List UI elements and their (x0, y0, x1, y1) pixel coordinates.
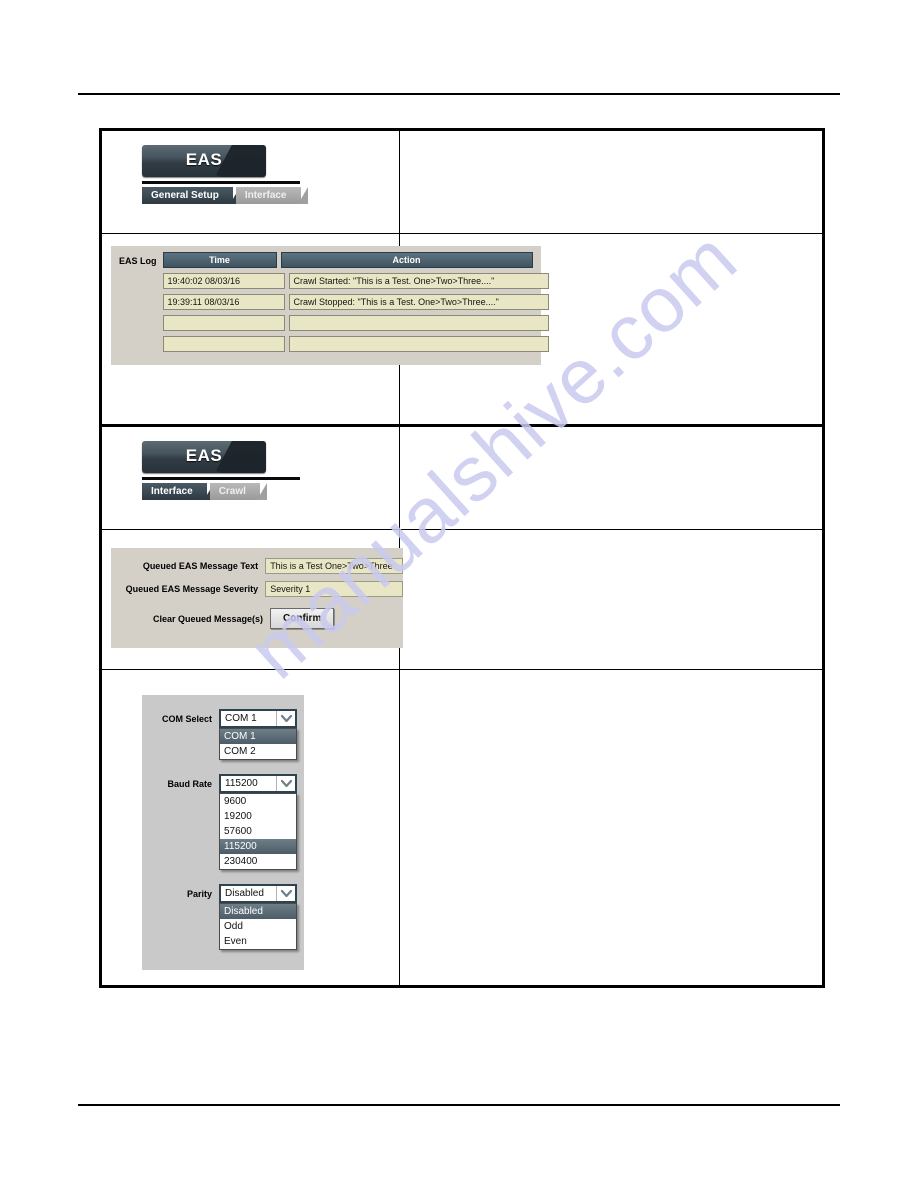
eas-banner-underline (142, 477, 300, 480)
baud-rate-option[interactable]: 9600 (220, 794, 296, 809)
queued-message-screenshot: Queued EAS Message Text This is a Test O… (111, 548, 403, 648)
queued-severity-row: Queued EAS Message Severity Severity 1 (111, 581, 403, 597)
com-select-option[interactable]: COM 2 (220, 744, 296, 759)
tab-interface[interactable]: Interface (235, 187, 308, 204)
queued-severity-label: Queued EAS Message Severity (125, 584, 259, 594)
cell-description-general-setup-header (399, 128, 825, 234)
parity-option[interactable]: Odd (220, 919, 296, 934)
cell-screenshot-interface-header: EAS Interface Crawl (98, 424, 401, 530)
eas-log-label: EAS Log (119, 256, 157, 266)
parity-line: Parity Disabled (142, 884, 304, 903)
com-select-value: COM 1 (225, 713, 257, 724)
cell-screenshot-eas-log: EAS Log Time Action 19:40:02 08/03/16 Cr… (98, 233, 549, 427)
com-select-label: COM Select (161, 713, 212, 724)
parity-option[interactable]: Even (220, 934, 296, 949)
eas-log-cell-action: Crawl Started: "This is a Test. One>Two>… (288, 273, 549, 289)
parity-option[interactable]: Disabled (220, 904, 296, 919)
baud-rate-group: Baud Rate 115200 9600 19200 57600 115200… (142, 774, 304, 870)
eas-banner-label: EAS (185, 446, 223, 465)
eas-log-row (162, 336, 549, 352)
eas-banner: EAS (142, 145, 266, 177)
baud-rate-label: Baud Rate (167, 778, 212, 789)
com-select-line: COM Select COM 1 (142, 709, 304, 728)
eas-log-row: 19:40:02 08/03/16 Crawl Started: "This i… (162, 273, 549, 289)
chevron-down-icon[interactable] (276, 711, 295, 726)
eas-log-cell-action: Crawl Stopped: "This is a Test. One>Two>… (288, 294, 549, 310)
baud-rate-dropdown[interactable]: 115200 (219, 774, 297, 793)
eas-log-wrapper: EAS Log Time Action 19:40:02 08/03/16 Cr… (115, 252, 549, 357)
eas-log-cell-time (162, 315, 285, 331)
eas-general-setup-screenshot: EAS General Setup Interface (102, 131, 399, 233)
baud-rate-option[interactable]: 57600 (220, 824, 296, 839)
table-row: Queued EAS Message Text This is a Test O… (98, 529, 825, 670)
baud-rate-line: Baud Rate 115200 (142, 774, 304, 793)
queued-severity-field[interactable]: Severity 1 (265, 581, 403, 597)
com-select-dropdown[interactable]: COM 1 (219, 709, 297, 728)
eas-banner-underline (142, 181, 300, 184)
eas-log-screenshot: EAS Log Time Action 19:40:02 08/03/16 Cr… (111, 246, 549, 365)
eas-log-header-time: Time (162, 252, 277, 268)
com-select-group: COM Select COM 1 COM 1 COM 2 (142, 709, 304, 760)
queued-text-field[interactable]: This is a Test One>Two>Three (265, 558, 403, 574)
confirm-button[interactable]: Confirm (270, 608, 335, 629)
parity-group: Parity Disabled Disabled Odd Even (142, 884, 304, 950)
eas-log-header-action: Action (280, 252, 533, 268)
clear-queued-label: Clear Queued Message(s) (152, 613, 263, 624)
cell-description-serial-settings (399, 669, 825, 988)
eas-log-cell-action (288, 336, 549, 352)
eas-tab-row: Interface Crawl (142, 483, 399, 500)
cell-screenshot-general-setup-header: EAS General Setup Interface (98, 128, 401, 234)
baud-rate-option[interactable]: 19200 (220, 809, 296, 824)
eas-log-cell-time: 19:39:11 08/03/16 (162, 294, 285, 310)
chevron-down-icon[interactable] (276, 776, 295, 791)
section-table-interface: EAS Interface Crawl Queued EAS Message T… (98, 424, 825, 988)
parity-option-list[interactable]: Disabled Odd Even (219, 903, 297, 950)
footer-rule (78, 1104, 840, 1106)
queued-text-row: Queued EAS Message Text This is a Test O… (111, 558, 403, 574)
table-row: EAS General Setup Interface (98, 128, 825, 234)
parity-label: Parity (186, 888, 212, 899)
serial-settings-container: COM Select COM 1 COM 1 COM 2 Baud Rate 1… (102, 670, 399, 985)
eas-log-cell-time (162, 336, 285, 352)
section-table-general-setup: EAS General Setup Interface EAS Log Time… (98, 128, 825, 427)
cell-screenshot-queued-message: Queued EAS Message Text This is a Test O… (98, 529, 403, 670)
table-row: EAS Interface Crawl (98, 424, 825, 530)
eas-interface-screenshot: EAS Interface Crawl (102, 427, 399, 529)
queued-message-container: Queued EAS Message Text This is a Test O… (102, 530, 403, 669)
tab-general-setup[interactable]: General Setup (142, 187, 240, 204)
baud-rate-value: 115200 (225, 778, 258, 789)
tab-interface[interactable]: Interface (142, 483, 214, 500)
cell-description-interface-header (399, 424, 825, 530)
cell-description-queued-message (399, 529, 825, 670)
eas-log-cell-action (288, 315, 549, 331)
tab-crawl[interactable]: Crawl (209, 483, 268, 500)
eas-log-header-row: Time Action (162, 252, 549, 268)
eas-log-row (162, 315, 549, 331)
parity-dropdown[interactable]: Disabled (219, 884, 297, 903)
chevron-down-icon[interactable] (276, 886, 295, 901)
baud-rate-option-list[interactable]: 9600 19200 57600 115200 230400 (219, 793, 297, 870)
table-row: EAS Log Time Action 19:40:02 08/03/16 Cr… (98, 233, 825, 427)
table-row: COM Select COM 1 COM 1 COM 2 Baud Rate 1… (98, 669, 825, 988)
eas-tab-row: General Setup Interface (142, 187, 399, 204)
eas-log-cell-time: 19:40:02 08/03/16 (162, 273, 285, 289)
queued-text-label: Queued EAS Message Text (142, 561, 259, 571)
eas-log-row: 19:39:11 08/03/16 Crawl Stopped: "This i… (162, 294, 549, 310)
clear-queued-row: Clear Queued Message(s) Confirm (111, 608, 403, 629)
cell-screenshot-serial-settings: COM Select COM 1 COM 1 COM 2 Baud Rate 1… (98, 669, 401, 988)
eas-banner-label: EAS (185, 150, 223, 169)
baud-rate-option[interactable]: 115200 (220, 839, 296, 854)
eas-banner: EAS (142, 441, 266, 473)
serial-settings-screenshot: COM Select COM 1 COM 1 COM 2 Baud Rate 1… (142, 695, 304, 970)
eas-log-grid: Time Action 19:40:02 08/03/16 Crawl Star… (162, 252, 549, 357)
baud-rate-option[interactable]: 230400 (220, 854, 296, 869)
parity-value: Disabled (225, 888, 264, 899)
header-rule (78, 93, 840, 95)
com-select-option-list[interactable]: COM 1 COM 2 (219, 728, 297, 760)
eas-log-container: EAS Log Time Action 19:40:02 08/03/16 Cr… (102, 234, 549, 424)
com-select-option[interactable]: COM 1 (220, 729, 296, 744)
